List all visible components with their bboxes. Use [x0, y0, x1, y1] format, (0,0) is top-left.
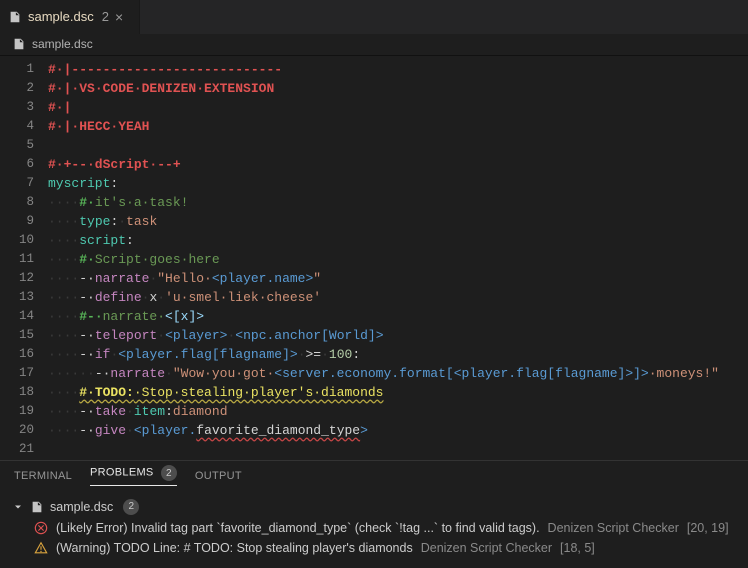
line-number: 21: [0, 440, 48, 459]
problem-message: (Warning) TODO Line: # TODO: Stop steali…: [56, 541, 413, 555]
line-number: 15: [0, 326, 48, 345]
line-number: 18: [0, 383, 48, 402]
tab-problems[interactable]: PROBLEMS 2: [90, 465, 177, 486]
code-editor[interactable]: 1#·|--------------------------- 2#·|·VS·…: [0, 56, 748, 461]
line-number: 6: [0, 155, 48, 174]
line-number: 5: [0, 136, 48, 155]
problem-location: [18, 5]: [560, 541, 595, 555]
problems-count-badge: 2: [161, 465, 177, 481]
breadcrumb[interactable]: sample.dsc: [0, 34, 748, 56]
problem-source: Denizen Script Checker: [421, 541, 552, 555]
line-number: 4: [0, 117, 48, 136]
line-number: 13: [0, 288, 48, 307]
tab-dirty-indicator: 2: [102, 9, 109, 24]
tab-bar: sample.dsc 2 ×: [0, 0, 748, 34]
line-number: 9: [0, 212, 48, 231]
line-number: 19: [0, 402, 48, 421]
problem-row[interactable]: (Likely Error) Invalid tag part `favorit…: [10, 518, 738, 538]
problems-file-name: sample.dsc: [50, 500, 113, 514]
problem-row[interactable]: (Warning) TODO Line: # TODO: Stop steali…: [10, 538, 738, 558]
line-number: 8: [0, 193, 48, 212]
line-number: 7: [0, 174, 48, 193]
problems-file-row[interactable]: sample.dsc 2: [10, 496, 738, 518]
chevron-down-icon: [12, 501, 24, 513]
close-icon[interactable]: ×: [115, 9, 123, 25]
line-number: 1: [0, 60, 48, 79]
line-number: 2: [0, 79, 48, 98]
file-icon: [12, 37, 26, 51]
breadcrumb-filename: sample.dsc: [32, 37, 93, 51]
problem-location: [20, 19]: [687, 521, 729, 535]
line-number: 11: [0, 250, 48, 269]
line-number: 20: [0, 421, 48, 440]
line-number: 16: [0, 345, 48, 364]
problem-message: (Likely Error) Invalid tag part `favorit…: [56, 521, 540, 535]
panel-tab-bar: TERMINAL PROBLEMS 2 OUTPUT: [0, 460, 748, 490]
line-number: 17: [0, 364, 48, 383]
problem-source: Denizen Script Checker: [548, 521, 679, 535]
tab-terminal[interactable]: TERMINAL: [14, 470, 72, 482]
error-icon: [34, 521, 48, 535]
line-number: 14: [0, 307, 48, 326]
tab-filename: sample.dsc: [28, 9, 94, 24]
problems-file-count: 2: [123, 499, 139, 515]
line-number: 3: [0, 98, 48, 117]
tab-output[interactable]: OUTPUT: [195, 470, 242, 482]
problems-panel: sample.dsc 2 (Likely Error) Invalid tag …: [0, 490, 748, 568]
file-icon: [8, 10, 22, 24]
file-icon: [30, 500, 44, 514]
line-number: 10: [0, 231, 48, 250]
warning-icon: [34, 541, 48, 555]
editor-tab[interactable]: sample.dsc 2 ×: [0, 0, 140, 34]
line-number: 12: [0, 269, 48, 288]
